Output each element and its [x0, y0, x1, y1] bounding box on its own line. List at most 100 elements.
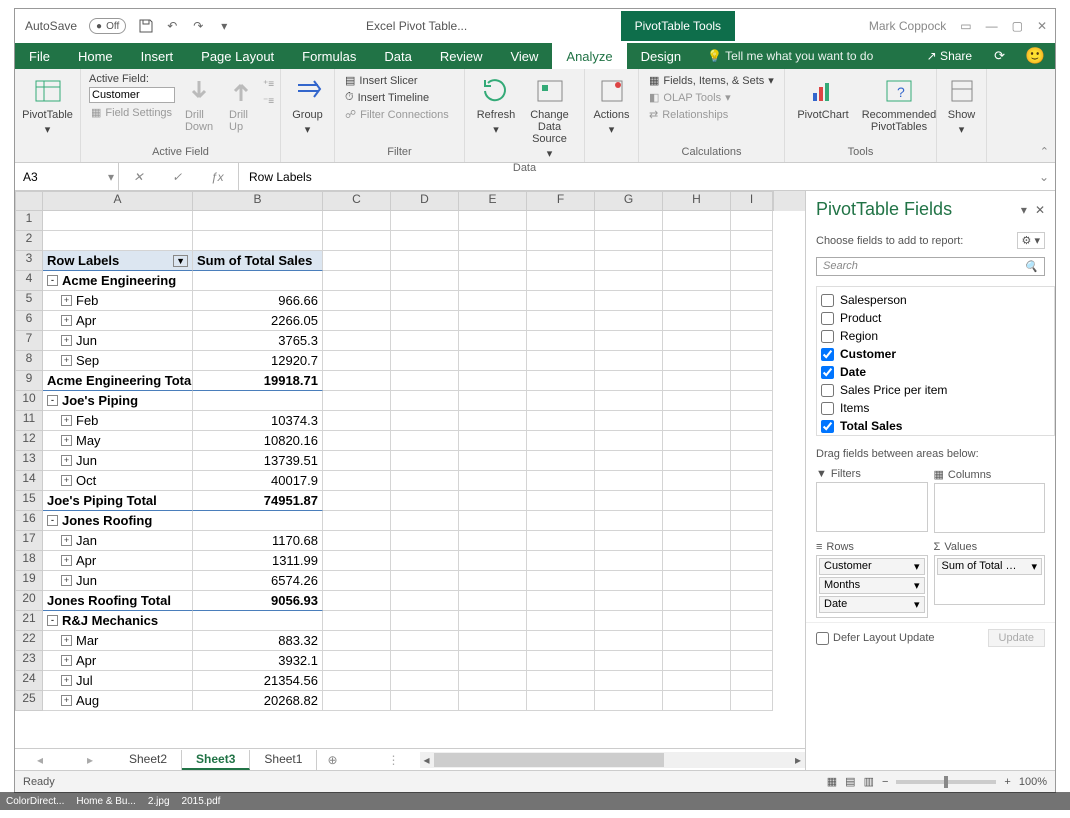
row-header[interactable]: 13 — [15, 451, 43, 471]
row-header[interactable]: 8 — [15, 351, 43, 371]
cell[interactable] — [527, 691, 595, 711]
cell[interactable] — [663, 631, 731, 651]
expand-collapse-icon[interactable]: - — [47, 395, 58, 406]
cell[interactable]: 1311.99 — [193, 551, 323, 571]
cell[interactable] — [595, 311, 663, 331]
row-header[interactable]: 25 — [15, 691, 43, 711]
zoom-in-icon[interactable]: + — [1004, 776, 1010, 788]
cell[interactable] — [663, 691, 731, 711]
col-header-H[interactable]: H — [663, 191, 731, 211]
cell[interactable] — [731, 391, 773, 411]
cell[interactable] — [323, 431, 391, 451]
cell[interactable] — [731, 211, 773, 231]
cell[interactable] — [193, 211, 323, 231]
row-header[interactable]: 9 — [15, 371, 43, 391]
cell[interactable] — [391, 591, 459, 611]
cell[interactable]: +Feb — [43, 291, 193, 311]
col-header-F[interactable]: F — [527, 191, 595, 211]
cell[interactable] — [595, 251, 663, 271]
tab-home[interactable]: Home — [64, 43, 127, 69]
cell[interactable]: 966.66 — [193, 291, 323, 311]
cell[interactable] — [323, 311, 391, 331]
cell[interactable] — [663, 651, 731, 671]
cell[interactable] — [459, 651, 527, 671]
row-header[interactable]: 23 — [15, 651, 43, 671]
active-field-input[interactable] — [89, 87, 175, 103]
cell[interactable] — [663, 411, 731, 431]
cell[interactable] — [731, 471, 773, 491]
cell[interactable] — [595, 611, 663, 631]
cell[interactable]: +Jun — [43, 331, 193, 351]
cell[interactable]: +May — [43, 431, 193, 451]
cell[interactable]: 10820.16 — [193, 431, 323, 451]
cell[interactable] — [663, 551, 731, 571]
col-header-G[interactable]: G — [595, 191, 663, 211]
cell[interactable] — [663, 471, 731, 491]
cell[interactable] — [731, 631, 773, 651]
cell[interactable] — [527, 551, 595, 571]
cell[interactable] — [323, 411, 391, 431]
cell[interactable] — [663, 611, 731, 631]
enter-formula-icon[interactable]: ✓ — [172, 170, 182, 184]
cell[interactable] — [663, 251, 731, 271]
cell[interactable] — [731, 571, 773, 591]
cell[interactable] — [527, 271, 595, 291]
expand-collapse-icon[interactable]: + — [61, 535, 72, 546]
cell[interactable] — [323, 451, 391, 471]
pivot-field-total-sales[interactable]: Total Sales — [821, 417, 1050, 435]
rows-area-item[interactable]: Months ▾ — [819, 577, 925, 594]
cell[interactable] — [459, 471, 527, 491]
cell[interactable] — [391, 631, 459, 651]
tab-data[interactable]: Data — [370, 43, 425, 69]
recommended-pivot-button[interactable]: ? Recommended PivotTables — [857, 73, 941, 135]
cell[interactable] — [391, 651, 459, 671]
rows-drop-area[interactable]: Customer ▾Months ▾Date ▾ — [816, 555, 928, 618]
cell[interactable] — [663, 431, 731, 451]
cell[interactable]: -Joe's Piping — [43, 391, 193, 411]
feedback-icon[interactable]: 🙂 — [1015, 46, 1055, 66]
pivottable-button[interactable]: PivotTable ▾ — [23, 73, 72, 138]
cell[interactable] — [323, 491, 391, 511]
cell[interactable] — [391, 551, 459, 571]
olap-tools-button[interactable]: ◧ OLAP Tools ▾ — [647, 90, 776, 105]
cell[interactable] — [731, 671, 773, 691]
actions-button[interactable]: Actions▾ — [593, 73, 630, 138]
cell[interactable] — [459, 591, 527, 611]
horizontal-scrollbar[interactable]: ◂ ▸ — [420, 752, 805, 768]
cell[interactable]: +Aug — [43, 691, 193, 711]
columns-drop-area[interactable] — [934, 483, 1046, 533]
cell[interactable] — [595, 331, 663, 351]
cell[interactable] — [595, 231, 663, 251]
cell[interactable] — [459, 611, 527, 631]
cell[interactable] — [391, 351, 459, 371]
cell[interactable] — [459, 551, 527, 571]
cell[interactable] — [391, 231, 459, 251]
cell[interactable] — [595, 271, 663, 291]
zoom-level[interactable]: 100% — [1019, 776, 1047, 788]
row-header[interactable]: 4 — [15, 271, 43, 291]
cell[interactable] — [459, 671, 527, 691]
cell[interactable] — [391, 571, 459, 591]
tab-formulas[interactable]: Formulas — [288, 43, 370, 69]
fields-items-sets-button[interactable]: ▦ Fields, Items, & Sets ▾ — [647, 73, 776, 88]
col-header-B[interactable]: B — [193, 191, 323, 211]
cell[interactable] — [459, 631, 527, 651]
undo-icon[interactable]: ↶ — [164, 18, 180, 34]
cell[interactable] — [323, 211, 391, 231]
cell[interactable] — [595, 371, 663, 391]
col-header-D[interactable]: D — [391, 191, 459, 211]
expand-collapse-icon[interactable]: - — [47, 615, 58, 626]
row-header[interactable]: 24 — [15, 671, 43, 691]
cell[interactable]: -Jones Roofing — [43, 511, 193, 531]
cell[interactable] — [731, 271, 773, 291]
cell[interactable] — [731, 551, 773, 571]
tab-view[interactable]: View — [496, 43, 552, 69]
values-drop-area[interactable]: Sum of Total … ▾ — [934, 555, 1046, 605]
cell[interactable] — [459, 291, 527, 311]
cell[interactable] — [323, 571, 391, 591]
cell[interactable] — [731, 491, 773, 511]
cell[interactable] — [459, 511, 527, 531]
expand-collapse-icon[interactable]: + — [61, 315, 72, 326]
cell[interactable] — [323, 291, 391, 311]
cell[interactable] — [391, 411, 459, 431]
